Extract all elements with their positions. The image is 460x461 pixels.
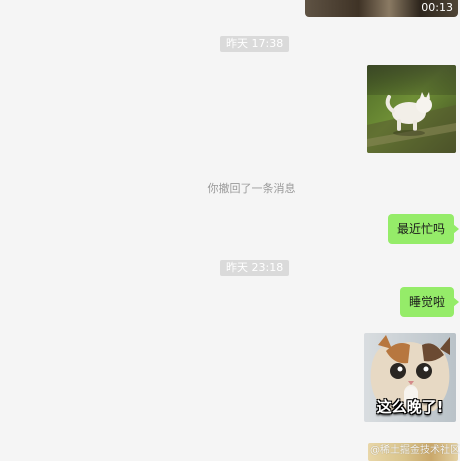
watermark-text: @稀土掘金技术社区 xyxy=(370,445,460,456)
cat-photo xyxy=(367,65,456,153)
chat-message-list[interactable]: 00:13 昨天 17:38 你撤回了一条消息 最近忙吗 昨天 23:18 睡觉… xyxy=(0,0,460,461)
sent-message-bubble[interactable]: 最近忙吗 xyxy=(387,214,460,244)
image-message-cat-sticker[interactable]: 这么晚了! xyxy=(364,333,456,422)
video-message[interactable]: 00:13 xyxy=(305,0,458,17)
sent-message-bubble[interactable]: 睡觉啦 xyxy=(399,287,460,317)
image-message-cat[interactable] xyxy=(367,65,456,153)
sticker-caption: 这么晚了! xyxy=(376,398,444,416)
recall-notice: 你撤回了一条消息 xyxy=(207,182,296,195)
video-duration: 00:13 xyxy=(421,1,453,14)
timestamp-chip: 昨天 17:38 xyxy=(220,36,290,52)
timestamp-chip: 昨天 23:18 xyxy=(220,260,290,276)
